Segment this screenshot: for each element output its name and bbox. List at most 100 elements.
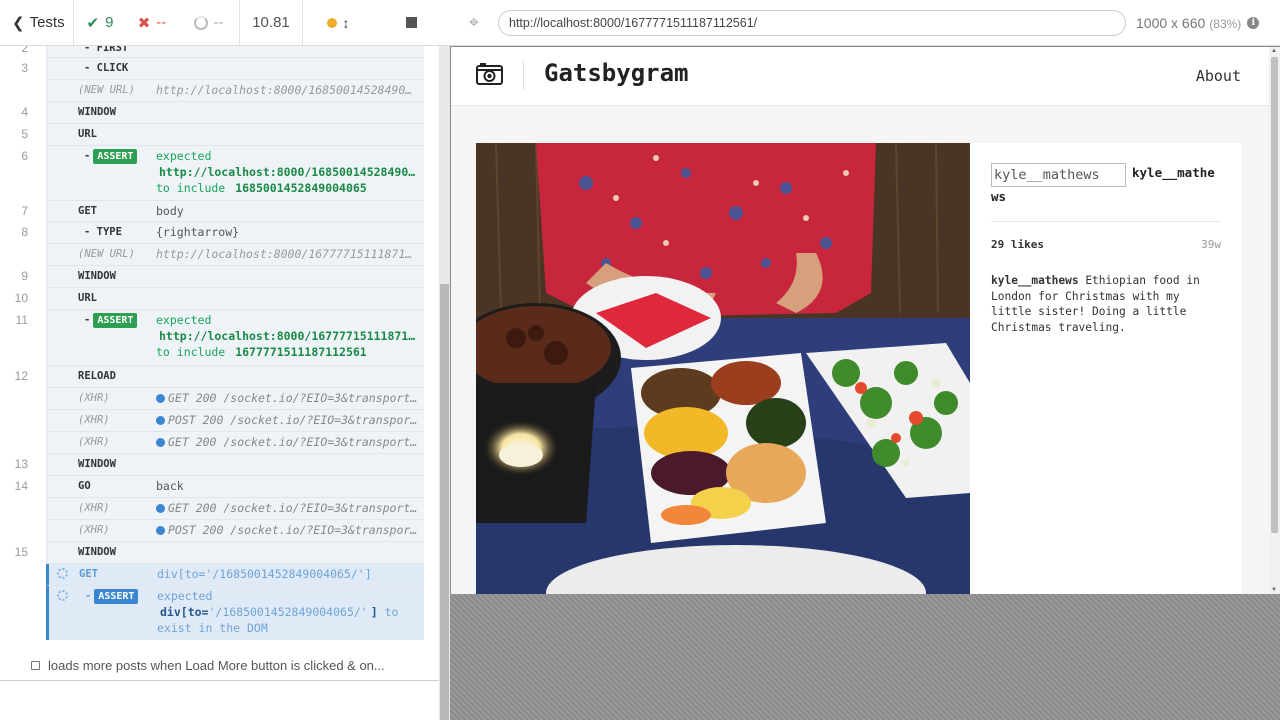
command-row[interactable]: (XHR) GET 200 /socket.io/?EIO=3&transpor… [48,388,424,410]
command-message: POST 200 /socket.io/?EIO=3&transport=pol… [156,522,424,539]
failed-value: -- [156,14,167,31]
xhr-dot-icon [156,416,165,425]
assert-selector: div[to= [160,605,209,619]
aut-panel: ⌖ http://localhost:8000/1677771511187112… [450,0,1280,720]
command-row[interactable]: 8 - TYPE {rightarrow} [21,222,424,244]
caption-username[interactable]: kyle__mathews [991,274,1079,287]
scroll-up-icon[interactable]: ▲ [1271,48,1277,54]
nav-about-link[interactable]: About [1196,67,1241,85]
command-row[interactable]: 11 - ASSERT expected http://localhost:800… [16,310,424,366]
command-row-pending[interactable]: - ASSERT expected div[to='/16850014528490… [46,586,424,640]
x-icon: ✖ [137,14,151,32]
tests-back-label: Tests [29,14,65,31]
command-row[interactable]: (NEW URL) http://localhost:8000/16777715… [48,244,424,266]
passed-value: 9 [105,14,114,31]
post-photo[interactable] [476,143,970,594]
command-number: 9 [21,269,28,283]
command-name: (NEW URL) [78,84,135,96]
viewport-value: 1000 x 660 [1136,14,1206,31]
command-row[interactable]: (XHR) GET 200 /socket.io/?EIO=3&transpor… [48,432,424,454]
assert-message: expected div[to='/1685001452849004065/']… [157,588,424,638]
camera-icon[interactable] [476,63,503,85]
next-test-title: loads more posts when Load More button i… [48,658,385,673]
aut-header: ⌖ http://localhost:8000/1677771511187112… [450,0,1280,46]
viewport-size: 1000 x 660 (83%) [1136,15,1241,31]
command-message: {rightarrow} [156,225,240,239]
xhr-dot-icon [156,504,165,513]
aut-url[interactable]: http://localhost:8000/167777151118711256… [498,9,1126,36]
command-number: 12 [14,369,28,383]
check-icon: ✔ [86,14,100,32]
stop-button[interactable] [373,0,450,45]
command-name: WINDOW [78,106,116,118]
command-log: 2 - FIRST 3 - CLICK (NEW URL) http://loc… [0,46,438,680]
auto-scroll-toggle[interactable]: ↕ [303,0,373,45]
aut-scrollbar[interactable]: ▲ ▼ [1269,47,1280,594]
test-checkbox[interactable] [31,661,40,670]
command-list: 2 - FIRST 3 - CLICK (NEW URL) http://loc… [15,46,424,640]
selector-playground-icon[interactable]: ⌖ [450,12,498,33]
command-row[interactable]: 6 - ASSERT expected http://localhost:8000… [21,146,424,201]
command-message: body [156,204,184,218]
command-row[interactable]: 14 GO back [15,476,424,498]
pending-value: -- [213,14,224,31]
site-brand[interactable]: Gatsbygram [544,59,689,87]
command-number: 5 [21,127,28,141]
viewport-scale: (83%) [1209,16,1242,31]
command-name: (XHR) [78,392,110,404]
command-name: - ASSERT [48,312,156,363]
command-row[interactable]: 2 - FIRST [21,46,424,58]
command-row[interactable]: 9 WINDOW [21,266,424,288]
assert-expected: expected [157,589,213,603]
post-author: kyle__mathews kyle__mathews [991,163,1221,207]
xhr-text: GET 200 /socket.io/?EIO=3&transport=poll… [168,391,424,405]
scrollbar-thumb[interactable] [440,284,449,720]
aut-background [450,594,1280,720]
command-row[interactable]: (XHR) POST 200 /socket.io/?EIO=3&transpo… [48,520,424,542]
scroll-down-icon[interactable]: ▼ [1271,587,1277,593]
command-message: http://localhost:8000/167777151118711256… [156,247,424,261]
assert-to: to [384,605,399,619]
tests-back-button[interactable]: ❮ Tests [0,0,74,45]
command-row[interactable]: 12 RELOAD [15,366,424,388]
post-age: 39w [1201,238,1221,251]
xhr-text: GET 200 /socket.io/?EIO=3&transport=poll… [168,435,424,449]
command-number: 10 [14,291,28,305]
command-name: (XHR) [78,414,110,426]
reporter-header: ❮ Tests ✔ 9 ✖ -- -- 10.81 ↕ [0,0,450,46]
scrollbar-thumb[interactable] [1271,57,1278,533]
command-message: http://localhost:8000/168500145284900406… [156,83,424,97]
reporter-scrollbar[interactable] [439,46,450,720]
command-row[interactable]: (NEW URL) http://localhost:8000/16850014… [48,80,424,102]
next-test-item[interactable]: loads more posts when Load More button i… [31,658,385,673]
command-name: GET [78,205,97,217]
command-row[interactable]: (XHR) POST 200 /socket.io/?EIO=3&transpo… [48,410,424,432]
likes-count: 29 likes [991,238,1044,251]
status-dot-icon [326,17,337,28]
command-row[interactable]: 5 URL [21,124,424,146]
assert-target: 1685001452849004065 [235,181,367,195]
command-row[interactable]: 7 GET body [21,201,424,222]
command-row[interactable]: 4 WINDOW [21,102,424,124]
food-photo-image [476,143,970,594]
assert-include: to include [156,181,226,195]
command-message: GET 200 /socket.io/?EIO=3&transport=poll… [156,434,424,451]
divider [991,221,1221,222]
command-row[interactable]: 10 URL [15,288,424,310]
command-row[interactable]: 3 - CLICK [21,58,424,80]
aut-iframe: Gatsbygram About kyle__mathews kyle__mat… [451,47,1269,594]
info-icon[interactable]: i [1247,16,1260,29]
assert-message: expected http://localhost:8000/168500145… [156,148,424,198]
command-name: URL [78,128,97,140]
command-row[interactable]: (XHR) GET 200 /socket.io/?EIO=3&transpor… [48,498,424,520]
command-message: div[to='/1685001452849004065/'] [157,567,372,581]
xhr-text: POST 200 /socket.io/?EIO=3&transport=pol… [168,413,424,427]
command-row[interactable]: 13 WINDOW [15,454,424,476]
spinner-icon [57,568,68,579]
post-detail: kyle__mathews kyle__mathews 29 likes 39w … [476,143,1242,594]
command-name: (NEW URL) [78,248,135,260]
command-row-pending[interactable]: GET div[to='/1685001452849004065/'] [46,564,424,586]
command-name: WINDOW [78,546,116,558]
command-row[interactable]: 15 WINDOW [15,542,424,564]
post-caption: kyle__mathews Ethiopian food in London f… [991,273,1221,335]
